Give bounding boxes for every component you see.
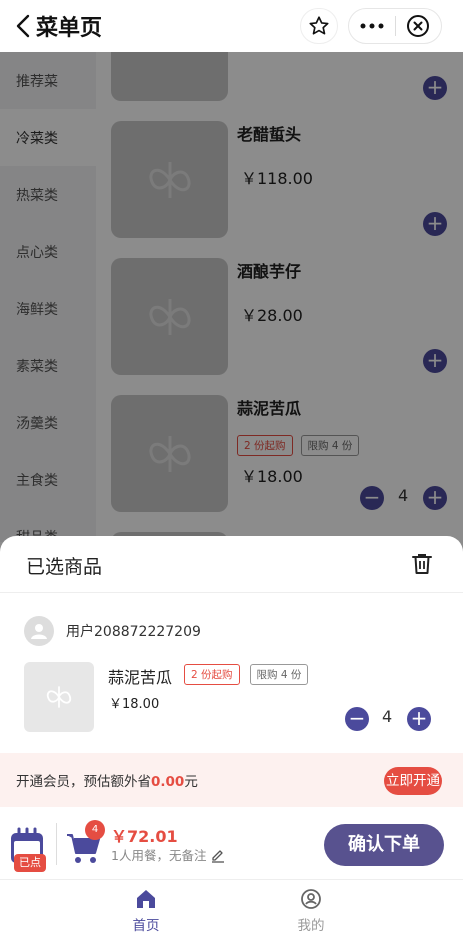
total-price: ￥72.01 — [111, 827, 178, 846]
selected-item-quantity: 4 — [382, 707, 393, 726]
min-purchase-tag: 2 份起购 — [184, 664, 240, 685]
page-title: 菜单页 — [36, 16, 103, 41]
tab-home-label: 首页 — [132, 918, 160, 934]
cart-count-badge: 4 — [85, 820, 105, 840]
increase-quantity-button[interactable]: + — [407, 707, 431, 731]
home-icon — [137, 890, 155, 908]
order-note-text: 1人用餐，无备注 — [111, 848, 207, 863]
user-icon — [31, 624, 47, 639]
ordered-badge: 已点 — [14, 854, 46, 872]
edit-icon — [212, 849, 225, 863]
tab-bar: 首页 我的 — [0, 879, 463, 940]
trash-icon[interactable] — [410, 552, 434, 576]
order-note[interactable]: 1人用餐，无备注 — [111, 845, 226, 864]
placeholder-logo-icon — [46, 686, 72, 708]
selected-items-sheet: 已选商品 用户208872227209 蒜泥苦瓜 2 份起购 限购 4 份 ￥1… — [0, 536, 463, 940]
tab-home[interactable]: 首页 — [106, 888, 186, 934]
star-icon — [309, 16, 329, 35]
tab-mine-label: 我的 — [297, 918, 325, 934]
user-row: 用户208872227209 — [24, 616, 201, 646]
membership-savings-amount: 0.00 — [151, 774, 185, 790]
selected-item-image — [24, 662, 94, 732]
sheet-header: 已选商品 — [0, 536, 463, 593]
membership-text-suffix: 元 — [184, 774, 198, 790]
tab-mine[interactable]: 我的 — [271, 888, 351, 934]
close-button[interactable] — [395, 9, 441, 43]
mini-program-capsule — [348, 8, 442, 44]
membership-text-prefix: 开通会员，预估额外省 — [16, 774, 151, 790]
decrease-quantity-button[interactable]: − — [345, 707, 369, 731]
selected-item-price: ￥18.00 — [109, 697, 160, 712]
membership-banner: 开通会员，预估额外省0.00元 立即开通 — [0, 753, 463, 807]
membership-text: 开通会员，预估额外省0.00元 — [16, 770, 198, 790]
more-dots-icon — [360, 23, 384, 29]
avatar — [24, 616, 54, 646]
confirm-order-button[interactable]: 确认下单 — [324, 824, 444, 866]
profile-icon — [301, 889, 321, 909]
favorite-button[interactable] — [300, 8, 338, 44]
join-membership-button[interactable]: 立即开通 — [384, 767, 442, 795]
back-arrow-icon[interactable] — [12, 13, 36, 39]
close-circle-icon — [407, 15, 430, 37]
sheet-title: 已选商品 — [26, 556, 103, 578]
purchase-limit-tag: 限购 4 份 — [249, 664, 309, 685]
user-name: 用户208872227209 — [66, 624, 201, 640]
more-button[interactable] — [349, 9, 395, 43]
modal-overlay[interactable] — [0, 52, 463, 552]
selected-item-name: 蒜泥苦瓜 — [108, 668, 173, 687]
checkout-divider — [56, 823, 57, 865]
selected-item-tags: 2 份起购 限购 4 份 — [184, 664, 309, 685]
checkout-bar: 已点 4 ￥72.01 1人用餐，无备注 确认下单 — [0, 807, 463, 879]
top-bar: 菜单页 — [0, 0, 463, 52]
